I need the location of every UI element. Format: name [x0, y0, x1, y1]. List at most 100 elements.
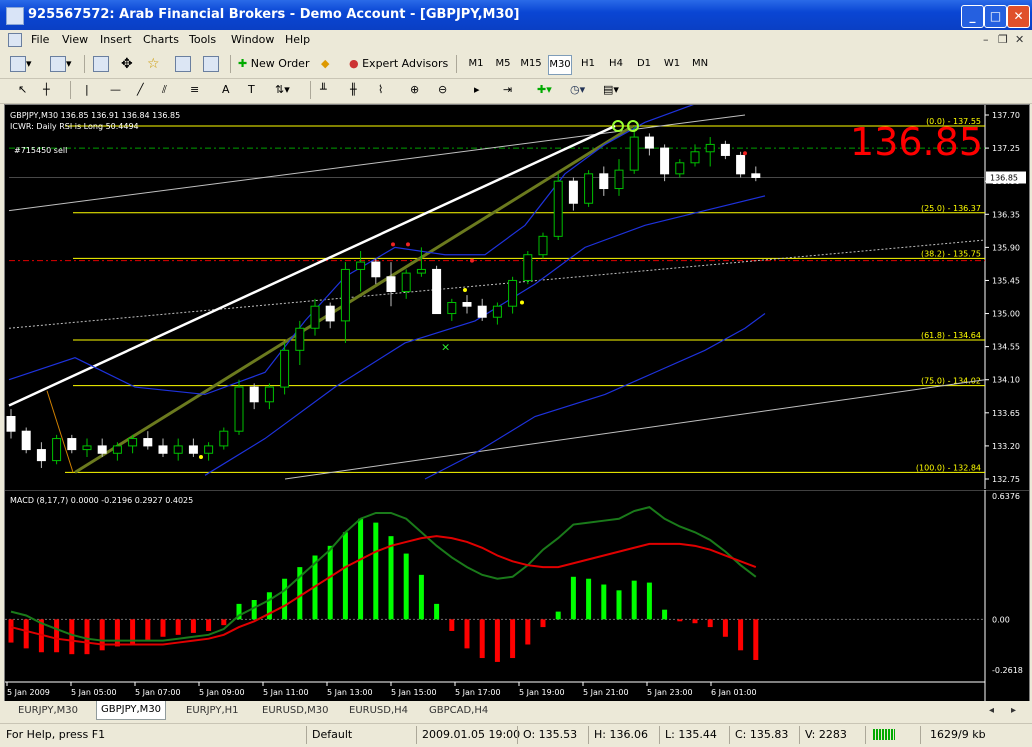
- timeframe-mn[interactable]: MN: [689, 55, 711, 73]
- terminal-button[interactable]: [175, 54, 191, 74]
- mdi-minimize-icon[interactable]: –: [983, 33, 989, 46]
- strategy-tester-button[interactable]: [203, 54, 219, 74]
- status-high: H: 136.06: [594, 728, 648, 741]
- signal-dot: [470, 258, 474, 263]
- macd-histogram-bar: [145, 619, 151, 641]
- navigator-button[interactable]: ☆: [147, 54, 160, 74]
- timeframe-m30[interactable]: M30: [548, 55, 572, 75]
- fibonacci-icon: ≡: [190, 83, 200, 96]
- zoom-out-icon: ⊖: [438, 83, 448, 96]
- autoscroll-button[interactable]: ▸: [474, 80, 480, 100]
- candle-body: [204, 445, 214, 454]
- candle-body: [219, 430, 229, 447]
- text-tool[interactable]: A: [222, 80, 230, 100]
- periods-button[interactable]: ◷▾: [570, 80, 585, 100]
- menu-view[interactable]: View: [62, 33, 88, 46]
- candlestick-button[interactable]: ╫: [350, 80, 357, 100]
- horizontal-line-tool[interactable]: —: [110, 80, 121, 100]
- zoom-in-button[interactable]: ⊕: [410, 80, 419, 100]
- candle-body: [584, 173, 594, 204]
- timeframe-d1[interactable]: D1: [633, 55, 655, 73]
- menu-help[interactable]: Help: [285, 33, 310, 46]
- trendline-tool[interactable]: ╱: [137, 80, 144, 100]
- macd-histogram-bar: [54, 619, 60, 653]
- macd-tick-label: 0.00: [992, 615, 1010, 624]
- chart-header: GBPJPY,M30 136.85 136.91 136.84 136.85: [10, 111, 180, 120]
- timeframe-m1[interactable]: M1: [465, 55, 487, 73]
- document-icon[interactable]: [8, 33, 22, 47]
- expert-advisors-button[interactable]: ● Expert Advisors: [349, 54, 448, 74]
- candle-body: [538, 235, 548, 256]
- timeframe-h1[interactable]: H1: [577, 55, 599, 73]
- price-tick-label: 133.20: [992, 442, 1020, 451]
- menu-tools[interactable]: Tools: [189, 33, 216, 46]
- crosshair-tool[interactable]: ┼: [43, 80, 50, 100]
- zoom-out-button[interactable]: ⊖: [438, 80, 447, 100]
- timeframe-h4[interactable]: H4: [605, 55, 627, 73]
- minimize-button[interactable]: _: [961, 5, 984, 28]
- chart-window[interactable]: 137.70137.25136.80136.35135.90135.45135.…: [4, 104, 1030, 702]
- macd-histogram-bar: [738, 619, 744, 651]
- menu-window[interactable]: Window: [231, 33, 274, 46]
- timeframe-w1[interactable]: W1: [661, 55, 683, 73]
- candle-body: [477, 305, 487, 318]
- menu-file[interactable]: File: [31, 33, 49, 46]
- candle-body: [720, 143, 730, 156]
- templates-button[interactable]: ▤▾: [603, 80, 619, 100]
- candle-body: [173, 445, 183, 454]
- indicators-button[interactable]: ✚▾: [537, 80, 552, 100]
- menu-insert[interactable]: Insert: [100, 33, 132, 46]
- status-volume: V: 2283: [805, 728, 847, 741]
- macd-chart[interactable]: 0.6376 0.00 -0.2618 MACD (8,17,7) 0.0000 -0…: [5, 490, 1029, 701]
- mdi-close-icon[interactable]: ✕: [1015, 33, 1024, 46]
- market-watch-button[interactable]: [93, 54, 109, 74]
- timeframe-m5[interactable]: M5: [492, 55, 514, 73]
- horizontal-line-icon: —: [110, 83, 121, 96]
- bar-chart-button[interactable]: ╨: [320, 80, 327, 100]
- new-order-button[interactable]: ✚ New Order: [238, 54, 309, 74]
- price-tick-label: 135.45: [992, 276, 1020, 285]
- mdi-restore-icon[interactable]: ❐: [998, 33, 1008, 46]
- profiles-button[interactable]: ▾: [50, 54, 72, 74]
- separator: [456, 55, 457, 73]
- fibonacci-tool[interactable]: ≡: [190, 80, 199, 100]
- tab-eurusd-m30[interactable]: EURUSD,M30: [258, 703, 332, 719]
- line-chart-button[interactable]: ⌇: [378, 80, 383, 100]
- macd-histogram-bar: [23, 619, 29, 649]
- tab-scroll-left-icon[interactable]: ◂: [985, 703, 998, 719]
- vertical-line-tool[interactable]: |: [85, 80, 89, 100]
- vertical-line-icon: |: [85, 83, 89, 96]
- chart-shift-button[interactable]: ⇥: [503, 80, 512, 100]
- text-label-tool[interactable]: T: [248, 80, 255, 100]
- cursor-tool[interactable]: ↖: [18, 80, 27, 100]
- indicator-label: ICWR: Daily RSI is Long 50.4494: [10, 122, 139, 131]
- candle-body: [492, 305, 502, 318]
- new-order-label: New Order: [250, 57, 310, 70]
- tab-gbpjpy-m30[interactable]: GBPJPY,M30: [96, 701, 167, 720]
- price-chart[interactable]: 137.70137.25136.80136.35135.90135.45135.…: [5, 105, 1029, 489]
- tab-eurusd-h4[interactable]: EURUSD,H4: [345, 703, 412, 719]
- macd-histogram-bar: [342, 532, 348, 620]
- tab-eurjpy-m30[interactable]: EURJPY,M30: [14, 703, 82, 719]
- new-order-icon: ✚: [238, 57, 248, 70]
- close-button[interactable]: ✕: [1007, 5, 1030, 28]
- tab-scroll-right-icon[interactable]: ▸: [1007, 703, 1020, 719]
- time-tick-label: 5 Jan 07:00: [135, 688, 181, 697]
- timeframe-m15[interactable]: M15: [520, 55, 542, 73]
- tab-eurjpy-h1[interactable]: EURJPY,H1: [182, 703, 243, 719]
- macd-histogram-bar: [540, 619, 546, 628]
- data-window-button[interactable]: ✥: [121, 54, 133, 74]
- tab-gbpcad-h4[interactable]: GBPCAD,H4: [425, 703, 492, 719]
- metaeditor-button[interactable]: ◆: [321, 54, 329, 74]
- status-low: L: 135.44: [665, 728, 717, 741]
- price-tick-label: 133.65: [992, 409, 1020, 418]
- menu-charts[interactable]: Charts: [143, 33, 179, 46]
- autoscroll-icon: ▸: [474, 83, 480, 96]
- new-chart-button[interactable]: ▾: [10, 54, 32, 74]
- candle-body: [599, 173, 609, 190]
- arrows-tool[interactable]: ⇅▾: [275, 80, 290, 100]
- maximize-button[interactable]: □: [984, 5, 1007, 28]
- channel-tool[interactable]: ⫽: [162, 80, 167, 100]
- separator: [230, 55, 231, 73]
- candle-body: [690, 151, 700, 164]
